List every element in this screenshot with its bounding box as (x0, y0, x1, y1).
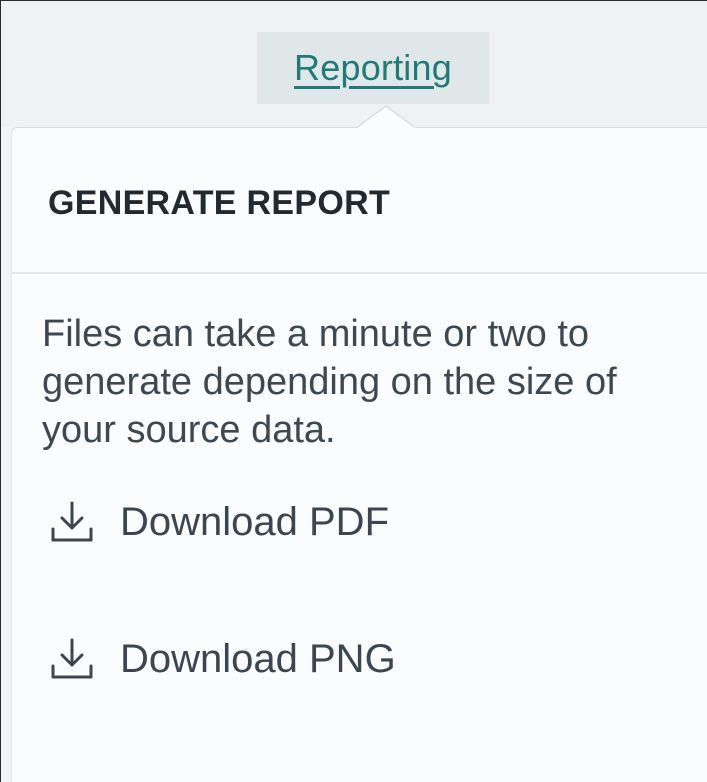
tab-reporting-label[interactable]: Reporting (294, 47, 452, 89)
popover-header: GENERATE REPORT (12, 128, 707, 274)
tab-reporting[interactable]: Reporting (257, 32, 489, 104)
download-icon (46, 496, 98, 548)
app-frame: Reporting GENERATE REPORT Files can take… (0, 0, 707, 782)
popover-description: Files can take a minute or two to genera… (42, 313, 617, 451)
download-png-label[interactable]: Download PNG (120, 637, 396, 682)
popover-title: GENERATE REPORT (48, 184, 391, 222)
popover-caret-fill (356, 107, 416, 129)
download-pdf-button[interactable]: Download PDF (46, 496, 389, 548)
download-icon (46, 633, 98, 685)
download-png-button[interactable]: Download PNG (46, 633, 396, 685)
generate-report-popover: GENERATE REPORT Files can take a minute … (11, 127, 707, 782)
download-pdf-label[interactable]: Download PDF (120, 500, 389, 545)
